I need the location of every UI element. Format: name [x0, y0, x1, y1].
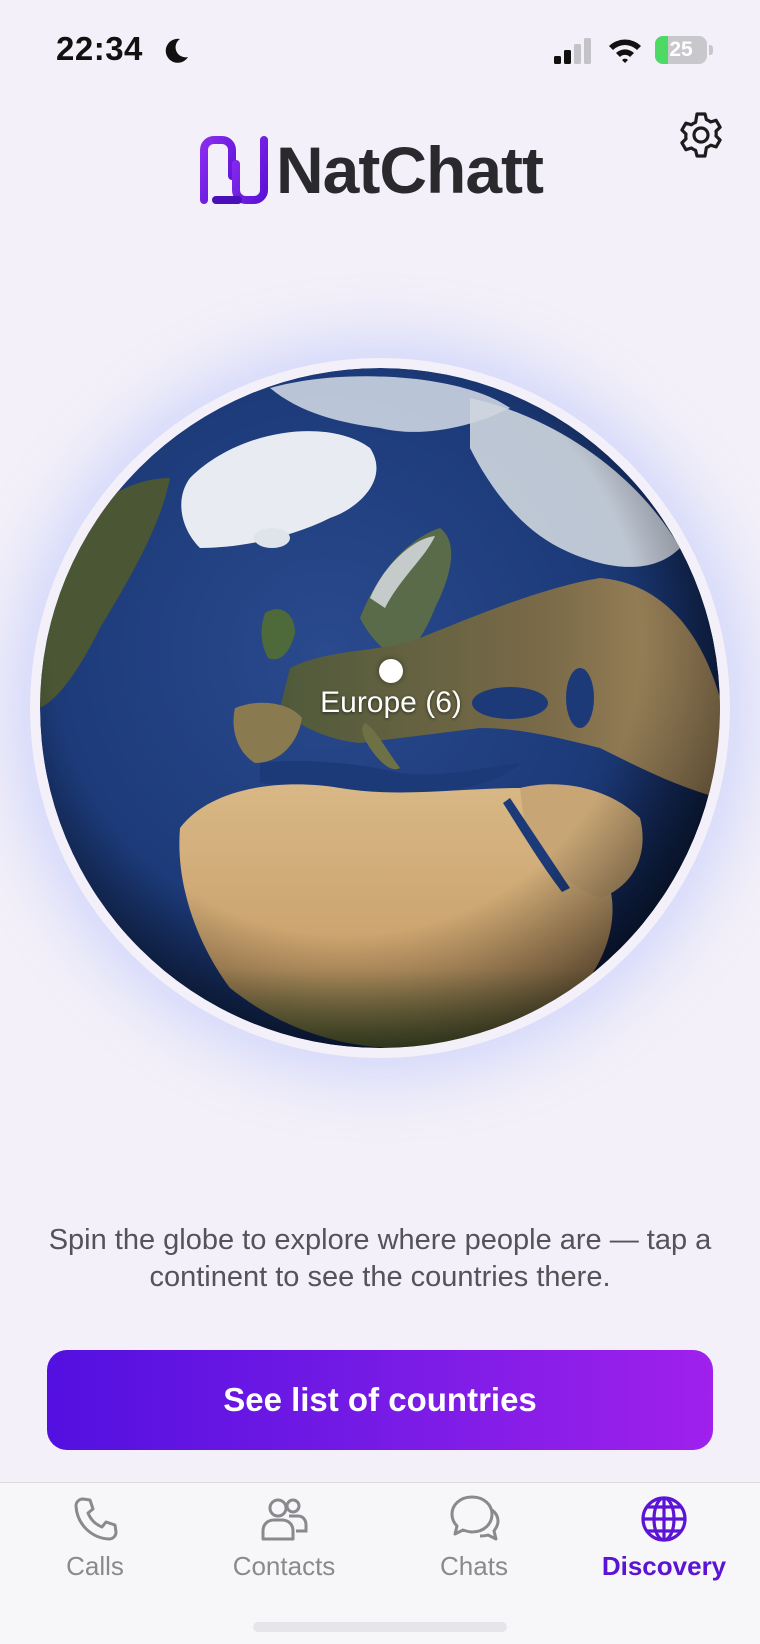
globe-icon	[641, 1496, 687, 1542]
battery-level: 25	[669, 38, 693, 61]
tab-chats[interactable]: Chats	[394, 1493, 554, 1593]
wifi-icon	[609, 39, 641, 63]
discovery-screen: 22:34 25 NatChatt Europe (6) Spin the gl…	[0, 0, 760, 1644]
continent-marker-dot[interactable]	[379, 659, 403, 683]
moon-icon	[165, 38, 188, 63]
status-time: 22:34	[56, 30, 143, 67]
phone-icon	[74, 1497, 118, 1541]
contacts-icon	[261, 1498, 308, 1541]
tab-discovery-label: Discovery	[601, 1551, 727, 1581]
natchatt-logo-icon	[200, 136, 268, 204]
tab-discovery[interactable]: Discovery	[584, 1493, 744, 1593]
see-list-of-countries-button[interactable]: See list of countries	[47, 1350, 713, 1450]
battery-tip	[709, 45, 713, 55]
tab-contacts-label: Contacts	[232, 1551, 336, 1581]
signal-icon	[554, 38, 591, 64]
app-logo: NatChatt	[198, 132, 544, 208]
bottom-tab-bar: Calls Contacts Chats Discovery	[0, 1482, 760, 1644]
continent-marker-label[interactable]: Europe (6)	[320, 686, 462, 720]
discovery-description: Spin the globe to explore where people a…	[48, 1224, 712, 1293]
battery-indicator: 25	[655, 36, 707, 64]
tab-chats-label: Chats	[440, 1551, 508, 1581]
logo-text: NatChatt	[276, 133, 544, 207]
status-bar: 22:34 25	[0, 0, 760, 100]
tab-calls[interactable]: Calls	[15, 1493, 175, 1593]
chat-bubbles-icon	[450, 1495, 500, 1541]
tab-contacts[interactable]: Contacts	[204, 1493, 364, 1593]
home-indicator	[253, 1622, 507, 1632]
settings-gear-icon[interactable]	[676, 110, 726, 160]
tab-calls-label: Calls	[66, 1551, 124, 1581]
